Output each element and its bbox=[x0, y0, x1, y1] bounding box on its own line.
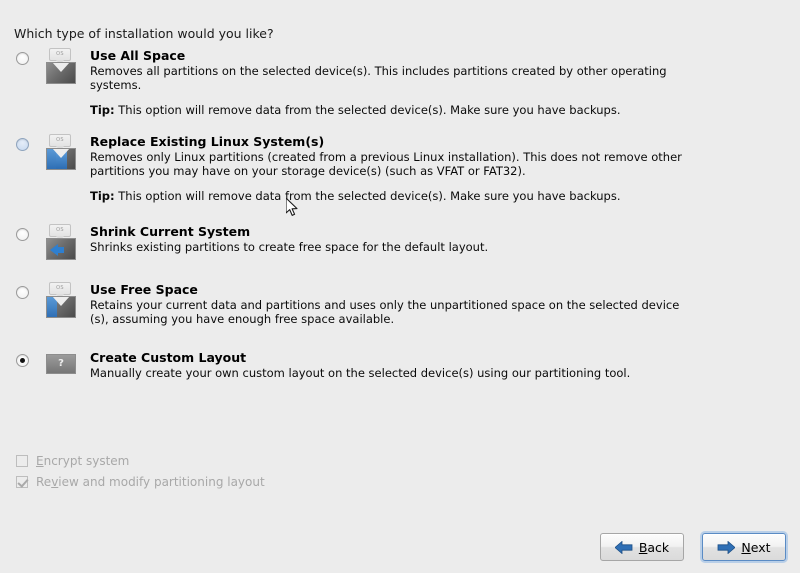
disk-body bbox=[46, 148, 76, 170]
disk-custom-question-icon: ? bbox=[44, 350, 78, 376]
option-description: Removes all partitions on the selected d… bbox=[90, 64, 667, 92]
text-cell-create-custom-layout: Create Custom Layout Manually create you… bbox=[90, 350, 800, 380]
disk-replace-linux-icon: OS bbox=[44, 134, 78, 170]
option-description: Removes only Linux partitions (created f… bbox=[90, 150, 682, 178]
icon-cell-create-custom-layout: ? bbox=[44, 350, 90, 376]
radio-cell-shrink-current-system[interactable] bbox=[0, 224, 44, 241]
icon-cell-shrink-current-system: OS bbox=[44, 224, 90, 260]
accelerator-char: E bbox=[36, 453, 44, 468]
accelerator-char: N bbox=[741, 539, 751, 555]
next-button-label: Next bbox=[741, 539, 771, 555]
text-cell-shrink-current-system: Shrink Current System Shrinks existing p… bbox=[90, 224, 800, 254]
checkbox-encrypt-system[interactable] bbox=[16, 454, 28, 467]
option-title: Create Custom Layout bbox=[90, 350, 247, 365]
disk-erase-notch bbox=[52, 63, 70, 72]
disk-erase-notch bbox=[52, 149, 70, 158]
option-title: Use All Space bbox=[90, 48, 186, 63]
option-title: Replace Existing Linux System(s) bbox=[90, 134, 325, 149]
disk-question-label: ? bbox=[46, 354, 76, 374]
checkbox-review-modify-layout[interactable] bbox=[16, 475, 28, 488]
radio-cell-replace-existing-linux[interactable] bbox=[0, 134, 44, 151]
option-tip-label: Tip: bbox=[90, 189, 115, 203]
icon-cell-use-all-space: OS bbox=[44, 48, 90, 84]
option-use-all-space[interactable]: OS Use All Space Removes all partitions … bbox=[0, 48, 800, 117]
disk-erase-icon: OS bbox=[44, 48, 78, 84]
option-use-free-space[interactable]: OS Use Free Space Retains your current d… bbox=[0, 282, 800, 326]
radio-use-all-space[interactable] bbox=[15, 52, 29, 65]
radio-replace-existing-linux[interactable] bbox=[15, 138, 29, 151]
option-replace-existing-linux[interactable]: OS Replace Existing Linux System(s) Remo… bbox=[0, 134, 800, 203]
extra-options-group: Encrypt system Review and modify partiti… bbox=[16, 450, 265, 492]
radio-cell-create-custom-layout[interactable] bbox=[0, 350, 44, 367]
text-cell-use-free-space: Use Free Space Retains your current data… bbox=[90, 282, 800, 326]
icon-cell-replace-existing-linux: OS bbox=[44, 134, 90, 170]
option-tip-text: This option will remove data from the se… bbox=[118, 189, 621, 203]
dialog-button-bar: Back Next bbox=[600, 533, 786, 561]
option-description: Retains your current data and partitions… bbox=[90, 298, 680, 326]
page-title: Which type of installation would you lik… bbox=[14, 26, 274, 41]
radio-cell-use-free-space[interactable] bbox=[0, 282, 44, 299]
option-description: Manually create your own custom layout o… bbox=[90, 366, 631, 380]
option-shrink-current-system[interactable]: OS Shrink Current System Shrinks existin… bbox=[0, 224, 800, 260]
installation-type-option-list: OS Use All Space Removes all partitions … bbox=[0, 48, 800, 380]
checkbox-row-review-modify-layout[interactable]: Review and modify partitioning layout bbox=[16, 471, 265, 492]
option-description: Shrinks existing partitions to create fr… bbox=[90, 240, 489, 254]
option-tip-text: This option will remove data from the se… bbox=[118, 103, 621, 117]
option-title: Shrink Current System bbox=[90, 224, 251, 239]
radio-cell-use-all-space[interactable] bbox=[0, 48, 44, 65]
text-cell-replace-existing-linux: Replace Existing Linux System(s) Removes… bbox=[90, 134, 800, 203]
radio-shrink-current-system[interactable] bbox=[15, 228, 29, 241]
back-button[interactable]: Back bbox=[600, 533, 684, 561]
disk-free-space-icon: OS bbox=[44, 282, 78, 318]
radio-create-custom-layout[interactable] bbox=[15, 354, 29, 367]
disk-erase-notch bbox=[52, 297, 70, 306]
checkbox-label-encrypt-system: Encrypt system bbox=[36, 453, 130, 468]
text-cell-use-all-space: Use All Space Removes all partitions on … bbox=[90, 48, 800, 117]
disk-shrink-icon: OS bbox=[44, 224, 78, 260]
checkbox-label-review-modify-layout: Review and modify partitioning layout bbox=[36, 474, 265, 489]
shrink-arrow-tail-icon bbox=[57, 247, 64, 253]
next-button[interactable]: Next bbox=[702, 533, 786, 561]
option-tip: Tip: This option will remove data from t… bbox=[90, 103, 790, 117]
radio-use-free-space[interactable] bbox=[15, 286, 29, 299]
arrow-right-icon bbox=[717, 540, 736, 554]
back-button-label: Back bbox=[638, 539, 670, 555]
disk-body bbox=[46, 296, 76, 318]
checkbox-row-encrypt-system[interactable]: Encrypt system bbox=[16, 450, 265, 471]
icon-cell-use-free-space: OS bbox=[44, 282, 90, 318]
disk-body bbox=[46, 62, 76, 84]
option-title: Use Free Space bbox=[90, 282, 198, 297]
option-create-custom-layout[interactable]: ? Create Custom Layout Manually create y… bbox=[0, 350, 800, 380]
disk-body bbox=[46, 238, 76, 260]
arrow-left-icon bbox=[614, 540, 633, 554]
option-tip: Tip: This option will remove data from t… bbox=[90, 189, 790, 203]
option-tip-label: Tip: bbox=[90, 103, 115, 117]
